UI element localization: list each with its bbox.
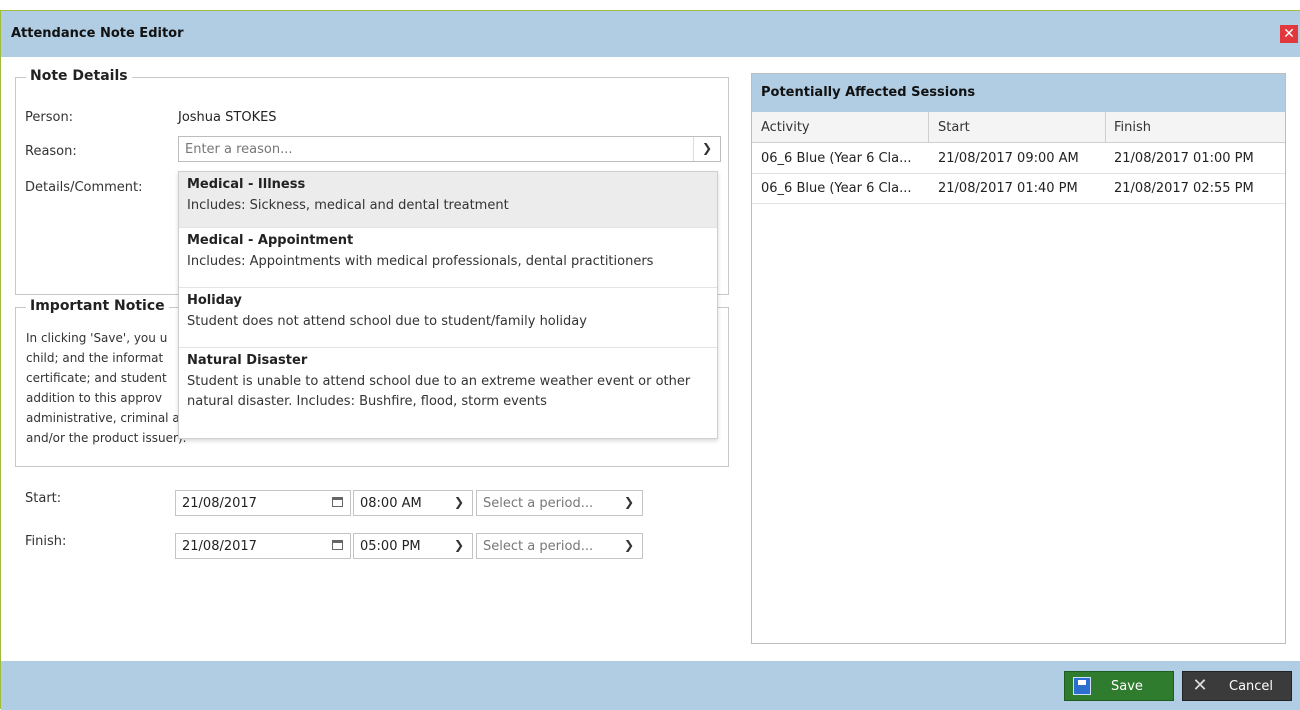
person-label: Person: (25, 110, 74, 125)
calendar-icon[interactable] (326, 490, 348, 516)
finish-date-field[interactable]: 21/08/2017 (175, 533, 351, 559)
note-details-legend: Note Details (26, 68, 132, 84)
finish-label: Finish: (25, 534, 67, 549)
chevron-down-icon[interactable]: ❯ (447, 490, 471, 516)
start-date-field[interactable]: 21/08/2017 (175, 490, 351, 516)
reason-option-medical-appointment[interactable]: Medical - Appointment Includes: Appointm… (179, 228, 717, 288)
chevron-down-icon[interactable]: ❯ (447, 533, 471, 559)
finish-date-value: 21/08/2017 (182, 539, 257, 554)
dialog-title: Attendance Note Editor (11, 26, 184, 41)
cancel-button-label: Cancel (1229, 679, 1274, 694)
cell-finish: 21/08/2017 01:00 PM (1114, 151, 1254, 166)
reason-dropdown-list: Medical - Illness Includes: Sickness, me… (178, 171, 718, 439)
column-header-activity[interactable]: Activity (761, 120, 810, 135)
sessions-header: Potentially Affected Sessions (752, 74, 1285, 112)
option-description: Student does not attend school due to st… (187, 314, 587, 329)
start-date-value: 21/08/2017 (182, 496, 257, 511)
save-button[interactable]: Save (1064, 671, 1174, 701)
option-description: Includes: Sickness, medical and dental t… (187, 198, 509, 213)
sessions-title: Potentially Affected Sessions (761, 85, 976, 100)
option-title: Medical - Illness (187, 177, 306, 192)
cancel-icon: ✕ (1192, 675, 1208, 696)
important-notice-legend: Important Notice (26, 298, 169, 314)
start-time-value: 08:00 AM (360, 496, 422, 511)
calendar-icon[interactable] (326, 533, 348, 559)
cell-finish: 21/08/2017 02:55 PM (1114, 181, 1254, 196)
attendance-note-editor-dialog: Attendance Note Editor ✕ Note Details Pe… (0, 10, 1300, 710)
cell-start: 21/08/2017 01:40 PM (938, 181, 1078, 196)
reason-label: Reason: (25, 144, 77, 159)
option-description: Student is unable to attend school due t… (187, 374, 691, 409)
chevron-down-icon[interactable]: ❯ (617, 490, 641, 516)
finish-time-value: 05:00 PM (360, 539, 421, 554)
reason-option-medical-illness[interactable]: Medical - Illness Includes: Sickness, me… (179, 172, 717, 228)
chevron-down-icon[interactable]: ❯ (617, 533, 641, 559)
option-title: Medical - Appointment (187, 233, 354, 248)
reason-input[interactable]: Enter a reason... (185, 142, 293, 157)
option-title: Holiday (187, 293, 242, 308)
sessions-grid-header: Activity Start Finish (752, 112, 1285, 143)
reason-option-natural-disaster[interactable]: Natural Disaster Student is unable to at… (179, 348, 717, 438)
option-title: Natural Disaster (187, 353, 308, 368)
person-value: Joshua STOKES (178, 110, 277, 125)
table-row[interactable]: 06_6 Blue (Year 6 Cla... 21/08/2017 09:0… (752, 144, 1285, 174)
reason-option-holiday[interactable]: Holiday Student does not attend school d… (179, 288, 717, 348)
affected-sessions-panel: Potentially Affected Sessions Activity S… (751, 73, 1286, 644)
table-row[interactable]: 06_6 Blue (Year 6 Cla... 21/08/2017 01:4… (752, 174, 1285, 204)
title-bar: Attendance Note Editor ✕ (1, 11, 1300, 57)
dialog-footer: Save ✕ Cancel (1, 661, 1300, 710)
cancel-button[interactable]: ✕ Cancel (1182, 671, 1292, 701)
start-period-placeholder: Select a period... (483, 496, 594, 511)
save-disk-icon (1073, 677, 1091, 695)
cell-activity: 06_6 Blue (Year 6 Cla... (761, 181, 912, 196)
cell-activity: 06_6 Blue (Year 6 Cla... (761, 151, 912, 166)
save-button-label: Save (1111, 679, 1143, 694)
close-icon[interactable]: ✕ (1280, 25, 1298, 43)
column-header-finish[interactable]: Finish (1114, 120, 1151, 135)
start-label: Start: (25, 491, 62, 506)
cell-start: 21/08/2017 09:00 AM (938, 151, 1079, 166)
column-header-start[interactable]: Start (938, 120, 970, 135)
finish-period-placeholder: Select a period... (483, 539, 594, 554)
chevron-down-icon[interactable]: ❯ (693, 137, 720, 161)
reason-combobox[interactable]: Enter a reason... ❯ (178, 136, 721, 162)
details-comment-label: Details/Comment: (25, 180, 143, 195)
option-description: Includes: Appointments with medical prof… (187, 254, 654, 269)
